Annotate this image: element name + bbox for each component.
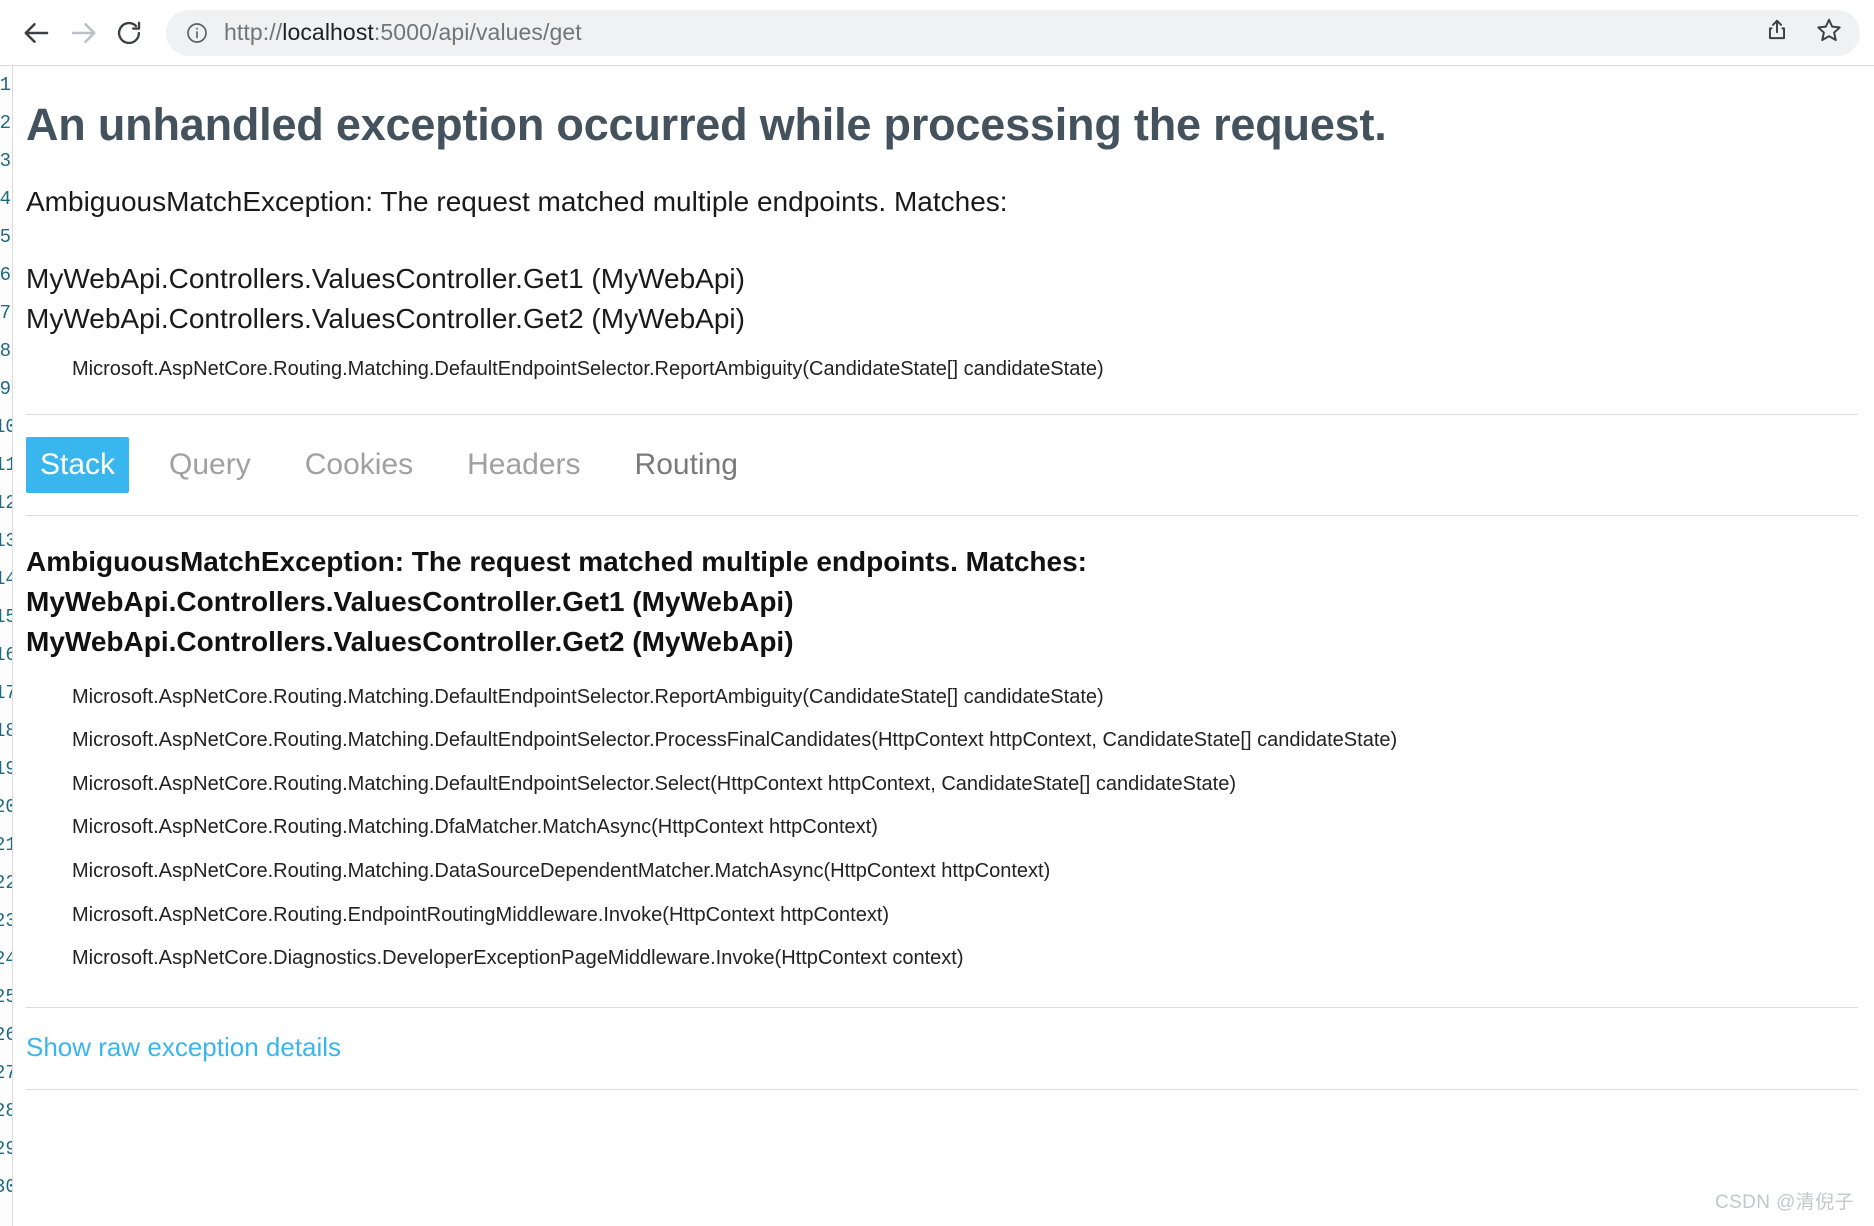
site-info-icon[interactable]	[184, 20, 210, 46]
stack-frame: Microsoft.AspNetCore.Routing.Matching.De…	[72, 729, 1398, 752]
reload-button[interactable]	[106, 10, 152, 56]
stack-frame: Microsoft.AspNetCore.Routing.Matching.De…	[72, 772, 1236, 795]
stack-frame-list: Microsoft.AspNetCore.Routing.Matching.De…	[26, 662, 1874, 981]
forward-arrow-icon	[68, 18, 98, 48]
url-scheme: http://	[224, 19, 283, 45]
tab-query[interactable]: Query	[155, 437, 265, 493]
tab-routing[interactable]: Routing	[621, 437, 752, 493]
stack-frame: Microsoft.AspNetCore.Diagnostics.Develop…	[72, 947, 964, 970]
bookmark-button[interactable]	[1808, 12, 1850, 54]
stack-frame: Microsoft.AspNetCore.Routing.Matching.Df…	[72, 816, 878, 839]
page-title: An unhandled exception occurred while pr…	[26, 99, 1387, 150]
back-button[interactable]	[14, 10, 60, 56]
url-host: localhost	[282, 19, 374, 45]
stack-exception-title: AmbiguousMatchException: The request mat…	[26, 516, 1874, 661]
exception-tabs: Stack Query Cookies Headers Routing	[26, 415, 1874, 515]
matched-endpoint: MyWebApi.Controllers.ValuesController.Ge…	[26, 262, 745, 294]
tab-cookies[interactable]: Cookies	[291, 437, 427, 493]
stack-title-line: MyWebApi.Controllers.ValuesController.Ge…	[26, 586, 794, 618]
summary-stack-frame: Microsoft.AspNetCore.Routing.Matching.De…	[72, 358, 1104, 381]
address-bar[interactable]: http://localhost:5000/api/values/get	[166, 9, 1860, 56]
omnibox-actions	[1756, 12, 1850, 54]
show-raw-exception-details-link[interactable]: Show raw exception details	[26, 1008, 341, 1063]
matched-endpoints-list: MyWebApi.Controllers.ValuesController.Ge…	[26, 221, 1874, 339]
tab-stack[interactable]: Stack	[26, 437, 130, 494]
tab-headers[interactable]: Headers	[453, 437, 594, 493]
star-icon	[1815, 16, 1843, 49]
stack-frame: Microsoft.AspNetCore.Routing.EndpointRou…	[72, 903, 890, 926]
url-text[interactable]: http://localhost:5000/api/values/get	[224, 19, 1746, 46]
stack-frame: Microsoft.AspNetCore.Routing.Matching.Da…	[72, 860, 1051, 883]
forward-button[interactable]	[60, 10, 106, 56]
share-button[interactable]	[1756, 12, 1798, 54]
url-path: :5000/api/values/get	[373, 19, 582, 45]
exception-summary: AmbiguousMatchException: The request mat…	[26, 186, 1008, 218]
stack-frame: Microsoft.AspNetCore.Routing.Matching.De…	[72, 685, 1104, 708]
browser-toolbar: http://localhost:5000/api/values/get	[0, 0, 1874, 66]
matched-endpoint: MyWebApi.Controllers.ValuesController.Ge…	[26, 302, 745, 334]
browser-window: http://localhost:5000/api/values/get 1 2…	[0, 0, 1874, 1226]
divider-below-raw-link	[26, 1088, 1858, 1090]
developer-exception-page: An unhandled exception occurred while pr…	[0, 66, 1874, 1226]
share-icon	[1764, 17, 1790, 48]
stack-title-line: MyWebApi.Controllers.ValuesController.Ge…	[26, 625, 794, 657]
reload-icon	[115, 19, 143, 47]
back-arrow-icon	[22, 18, 52, 48]
stack-title-line: AmbiguousMatchException: The request mat…	[26, 546, 1088, 578]
csdn-watermark: CSDN @清倪子	[1714, 1192, 1854, 1213]
